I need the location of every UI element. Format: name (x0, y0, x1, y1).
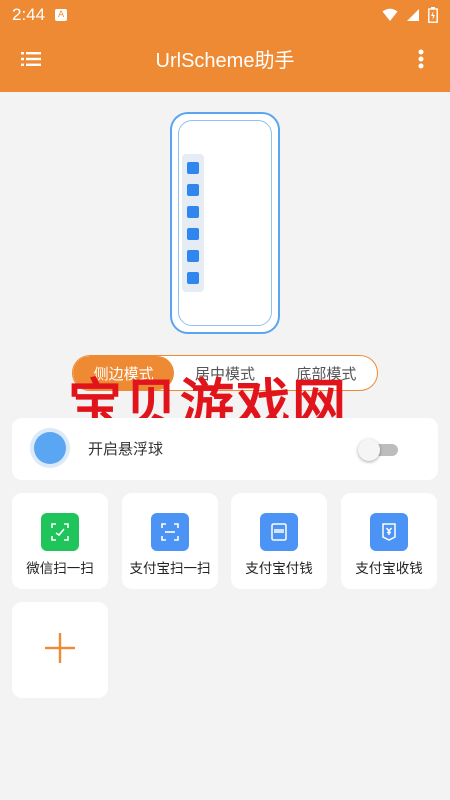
float-item-preview (187, 228, 199, 240)
mode-option-center[interactable]: 居中模式 (174, 356, 275, 390)
mode-option-bottom[interactable]: 底部模式 (276, 356, 377, 390)
action-label: 支付宝收钱 (355, 561, 423, 577)
action-label: 支付宝扫一扫 (129, 561, 211, 577)
wifi-icon (382, 8, 398, 22)
float-item-preview (187, 272, 199, 284)
status-bar: 2:44 A (0, 0, 450, 30)
status-time: 2:44 (12, 5, 46, 24)
app-bar: UrlScheme助手 (0, 30, 450, 92)
notification-badge: A (55, 9, 68, 21)
action-label: 微信扫一扫 (26, 561, 94, 577)
float-item-preview (187, 162, 199, 174)
float-ball-icon (34, 432, 66, 464)
alipay-scan-icon (151, 513, 189, 551)
more-options-button[interactable] (406, 46, 436, 76)
toggle-knob (358, 439, 380, 461)
wechat-scan-icon (41, 513, 79, 551)
action-alipay-scan[interactable]: 支付宝扫一扫 (122, 493, 218, 589)
float-item-preview (187, 184, 199, 196)
float-ball-card: 开启悬浮球 (12, 418, 438, 480)
action-alipay-pay[interactable]: 支付宝付钱 (231, 493, 327, 589)
alipay-pay-icon (260, 513, 298, 551)
battery-icon (428, 7, 438, 23)
mode-selector: 侧边模式 居中模式 底部模式 (72, 355, 378, 391)
float-item-preview (187, 206, 199, 218)
action-label: 支付宝付钱 (245, 561, 313, 577)
signal-icon (406, 8, 420, 22)
action-wechat-scan[interactable]: 微信扫一扫 (12, 493, 108, 589)
action-alipay-receive[interactable]: 支付宝收钱 (341, 493, 437, 589)
main-content: 侧边模式 居中模式 底部模式 宝贝游戏网 开启悬浮球 微信扫一扫 支付宝扫一扫 (0, 92, 450, 800)
float-ball-toggle[interactable] (358, 439, 398, 461)
page-title: UrlScheme助手 (155, 50, 295, 72)
plus-icon (44, 632, 76, 668)
side-float-preview (182, 154, 204, 292)
mode-option-side[interactable]: 侧边模式 (73, 356, 175, 390)
float-item-preview (187, 250, 199, 262)
float-ball-label: 开启悬浮球 (88, 440, 164, 458)
more-vert-icon (418, 49, 424, 73)
add-action-button[interactable] (12, 602, 108, 698)
alipay-receive-icon (370, 513, 408, 551)
